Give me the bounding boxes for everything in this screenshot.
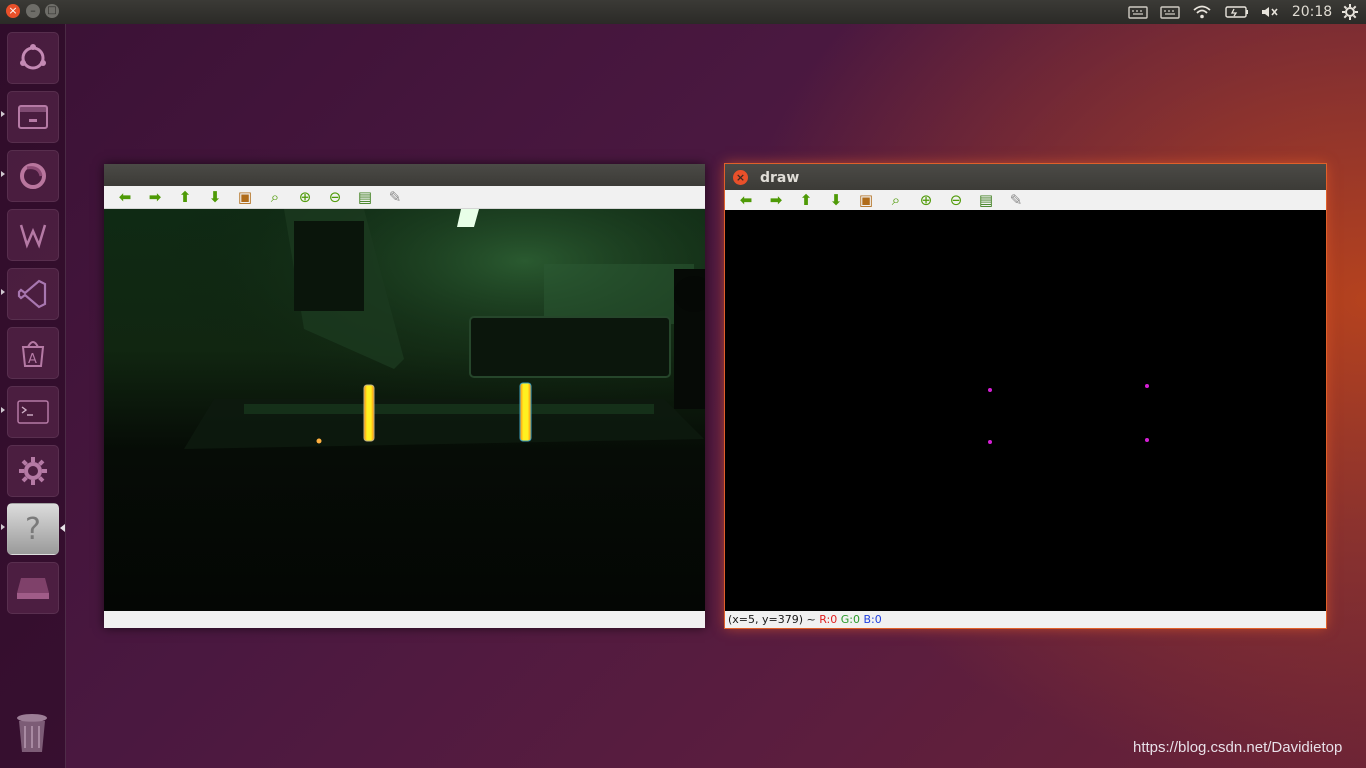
power-gear-icon[interactable]: [1339, 2, 1361, 22]
launcher: A ?: [0, 24, 66, 768]
image-icon[interactable]: ▣: [230, 187, 260, 207]
volume-muted-icon[interactable]: [1259, 2, 1281, 22]
focused-indicator: [60, 524, 65, 532]
draw-window[interactable]: × draw ⬅ ➡ ⬆ ⬇ ▣ ⌕ ⊕ ⊖ ▤ ✎ (x=5, y=379) …: [724, 163, 1327, 629]
vscode-icon[interactable]: [7, 268, 59, 320]
save-icon[interactable]: ▤: [350, 187, 380, 207]
running-indicator: [1, 524, 5, 530]
cursor-coords: (x=5, y=379) ~: [728, 613, 816, 626]
clock[interactable]: 20:18: [1291, 2, 1333, 22]
window-title: draw: [760, 170, 800, 186]
arrow-down-icon[interactable]: ⬇: [821, 190, 851, 210]
top-panel: × – □ 20:18: [0, 0, 1366, 24]
blue-value: B:0: [863, 613, 882, 626]
brush-icon[interactable]: ✎: [380, 187, 410, 207]
draw-window-titlebar[interactable]: × draw: [725, 164, 1326, 190]
zoom-out-icon[interactable]: ⊖: [941, 190, 971, 210]
arrow-left-icon[interactable]: ⬅: [110, 187, 140, 207]
drive-icon[interactable]: [7, 562, 59, 614]
point-marker: [988, 440, 992, 444]
trash-icon[interactable]: [7, 709, 57, 759]
point-marker: [988, 388, 992, 392]
running-indicator: [1, 289, 5, 295]
arrow-right-icon[interactable]: ➡: [761, 190, 791, 210]
software-center-icon[interactable]: A: [7, 327, 59, 379]
minimize-icon[interactable]: –: [26, 4, 40, 18]
point-marker: [1145, 438, 1149, 442]
arrow-right-icon[interactable]: ➡: [140, 187, 170, 207]
running-indicator: [1, 111, 5, 117]
wifi-icon[interactable]: [1191, 2, 1213, 22]
files-icon[interactable]: [7, 91, 59, 143]
point-marker: [1145, 384, 1149, 388]
watermark: https://blog.csdn.net/Davidietop: [1133, 739, 1343, 756]
svg-text:A: A: [28, 352, 37, 367]
maximize-icon[interactable]: □: [45, 4, 59, 18]
running-indicator: [1, 171, 5, 177]
close-icon[interactable]: ×: [6, 4, 20, 18]
arrow-up-icon[interactable]: ⬆: [170, 187, 200, 207]
green-value: G:0: [840, 613, 860, 626]
battery-icon[interactable]: [1224, 2, 1250, 22]
camera-image[interactable]: [104, 209, 705, 611]
window-close-icon[interactable]: ×: [733, 170, 748, 185]
draw-canvas[interactable]: [725, 210, 1326, 611]
zoom-out-icon[interactable]: ⊖: [320, 187, 350, 207]
camera-toolbar: ⬅ ➡ ⬆ ⬇ ▣ ⌕ ⊕ ⊖ ▤ ✎: [104, 186, 705, 209]
ubuntu-dash-icon[interactable]: [7, 32, 59, 84]
zoom-fit-icon[interactable]: ⌕: [260, 187, 290, 207]
camera-window-titlebar[interactable]: [104, 164, 705, 186]
arrow-up-icon[interactable]: ⬆: [791, 190, 821, 210]
image-icon[interactable]: ▣: [851, 190, 881, 210]
arrow-left-icon[interactable]: ⬅: [731, 190, 761, 210]
arrow-down-icon[interactable]: ⬇: [200, 187, 230, 207]
wps-writer-icon[interactable]: [7, 209, 59, 261]
zoom-in-icon[interactable]: ⊕: [290, 187, 320, 207]
draw-statusbar: (x=5, y=379) ~ R:0 G:0 B:0: [725, 611, 1326, 628]
running-indicator: [1, 407, 5, 413]
terminal-icon[interactable]: [7, 386, 59, 438]
zoom-in-icon[interactable]: ⊕: [911, 190, 941, 210]
firefox-icon[interactable]: [7, 150, 59, 202]
question-mark-icon: ?: [25, 511, 41, 547]
keyboard-icon[interactable]: [1127, 2, 1149, 22]
camera-window[interactable]: ⬅ ➡ ⬆ ⬇ ▣ ⌕ ⊕ ⊖ ▤ ✎: [104, 164, 705, 628]
red-value: R:0: [819, 613, 838, 626]
camera-statusbar: [104, 611, 705, 628]
keyboard-icon[interactable]: [1159, 2, 1181, 22]
save-icon[interactable]: ▤: [971, 190, 1001, 210]
system-settings-icon[interactable]: [7, 445, 59, 497]
unknown-app-icon[interactable]: ?: [7, 503, 59, 555]
zoom-fit-icon[interactable]: ⌕: [881, 190, 911, 210]
brush-icon[interactable]: ✎: [1001, 190, 1031, 210]
draw-toolbar: ⬅ ➡ ⬆ ⬇ ▣ ⌕ ⊕ ⊖ ▤ ✎: [725, 190, 1326, 211]
